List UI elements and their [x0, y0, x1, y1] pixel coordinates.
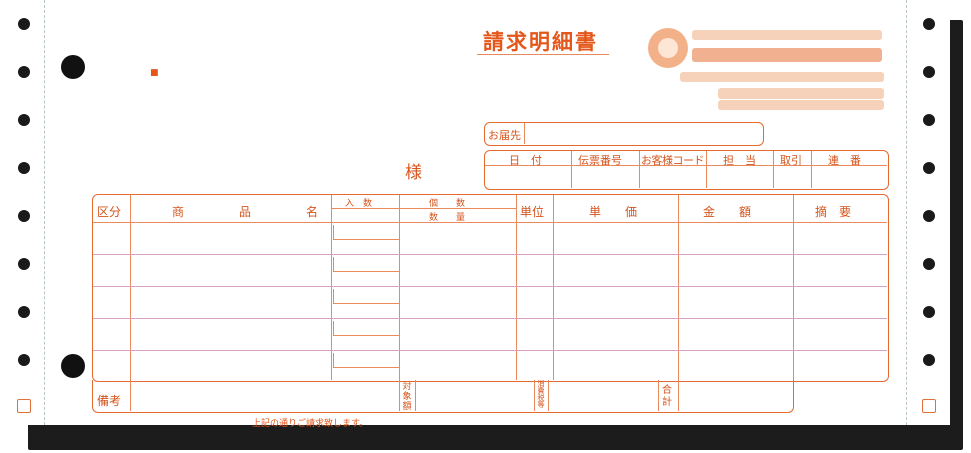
divider	[639, 151, 640, 188]
company-phone-blurred	[718, 88, 884, 99]
irisu-subline	[333, 335, 399, 336]
divider	[811, 151, 812, 188]
irisu-header: 入 数	[345, 199, 373, 209]
corner-mark	[922, 399, 936, 413]
gokei-1: 合	[662, 385, 672, 396]
tractor-hole	[18, 210, 30, 222]
irisu-tick	[333, 225, 334, 240]
gokei-2: 計	[662, 397, 672, 408]
company-name-blurred	[692, 48, 882, 62]
tractor-hole	[18, 162, 30, 174]
footer-note: 上記の通りご請求致します。	[252, 419, 369, 429]
tractor-hole	[923, 18, 935, 30]
tractor-hole	[923, 354, 935, 366]
company-fax-blurred	[718, 100, 884, 110]
divider	[534, 380, 535, 411]
irisu-subline	[333, 367, 399, 368]
irisu-subline	[333, 303, 399, 304]
biko-label: 備考	[97, 394, 122, 408]
column-divider	[678, 195, 679, 380]
document-title: 請求明細書	[483, 30, 598, 54]
small-mark: ■	[150, 68, 159, 78]
divider	[548, 380, 549, 411]
honorific-sama: 様	[405, 163, 422, 183]
delivery-destination-box: お届先	[484, 122, 764, 146]
header-divider	[93, 222, 887, 223]
irisu-subline	[333, 239, 399, 240]
irisu-tick	[333, 353, 334, 368]
column-divider	[553, 195, 554, 380]
column-divider	[399, 195, 400, 380]
kosu-header: 個 数	[429, 199, 466, 209]
divider	[773, 151, 774, 188]
table-row	[93, 286, 887, 287]
tractor-hole	[923, 258, 935, 270]
product-name-header-2: 品	[239, 205, 252, 219]
irisu-tick	[333, 257, 334, 272]
company-address-blurred	[680, 72, 884, 82]
punch-hole	[61, 354, 85, 378]
divider	[658, 380, 659, 411]
taishogaku-3: 額	[402, 402, 412, 412]
tractor-hole	[923, 306, 935, 318]
irisu-subline	[333, 271, 399, 272]
suryo-header: 数 量	[429, 213, 466, 223]
product-name-header-3: 名	[306, 205, 319, 219]
left-tractor-strip	[0, 0, 45, 425]
divider	[415, 380, 416, 411]
staff-label: 担 当	[723, 154, 756, 167]
line-items-table: 区分 商 品 名 入 数 個 数 数 量 単位 単 価 金 額 摘 要	[92, 194, 889, 382]
company-logo	[648, 28, 688, 68]
corner-mark	[17, 399, 31, 413]
divider	[706, 151, 707, 188]
tractor-hole	[18, 258, 30, 270]
right-tractor-strip	[906, 0, 951, 425]
table-row	[93, 254, 887, 255]
slip-number-label: 伝票番号	[578, 154, 622, 167]
invoice-form: 請求明細書 ■ 様 お届先 日 付 伝票番号 お客様コード 担 当 取引 連 番	[0, 0, 951, 429]
irisu-tick	[333, 321, 334, 336]
column-divider	[331, 195, 332, 380]
tractor-hole	[18, 306, 30, 318]
divider	[678, 380, 679, 411]
shohizei-4: 等	[537, 401, 545, 409]
divider	[399, 380, 400, 411]
tractor-hole	[18, 114, 30, 126]
taishogaku-2: 象	[402, 392, 412, 402]
tractor-hole	[923, 162, 935, 174]
tractor-hole	[923, 210, 935, 222]
tractor-hole	[923, 66, 935, 78]
remarks-header: 摘 要	[815, 205, 852, 219]
header-info-box: 日 付 伝票番号 お客様コード 担 当 取引 連 番	[484, 150, 889, 190]
divider	[571, 151, 572, 188]
irisu-tick	[333, 289, 334, 304]
unit-price-header: 単 価	[589, 205, 638, 219]
kubun-header: 区分	[97, 205, 122, 219]
unit-header: 単位	[520, 205, 545, 219]
table-row	[93, 318, 887, 319]
tractor-hole	[18, 354, 30, 366]
summary-row: 備考 対 象 額 消 費 税 等 合 計	[92, 380, 794, 413]
title-underline	[477, 54, 609, 55]
customer-code-label: お客様コード	[641, 154, 705, 167]
amount-header: 金 額	[703, 205, 752, 219]
tractor-hole	[923, 114, 935, 126]
product-name-header-1: 商	[172, 205, 185, 219]
taishogaku-1: 対	[402, 382, 412, 392]
column-divider	[130, 195, 131, 380]
divider	[130, 380, 131, 411]
company-info-blurred	[692, 30, 882, 40]
delivery-destination-label: お届先	[488, 129, 521, 142]
serial-number-label: 連 番	[828, 154, 861, 167]
tractor-hole	[18, 66, 30, 78]
column-divider	[516, 195, 517, 380]
transaction-label: 取引	[780, 154, 802, 167]
column-divider	[793, 195, 794, 380]
tractor-hole	[18, 18, 30, 30]
divider	[524, 123, 525, 144]
date-label: 日 付	[509, 154, 542, 167]
table-row	[93, 350, 887, 351]
punch-hole	[61, 55, 85, 79]
